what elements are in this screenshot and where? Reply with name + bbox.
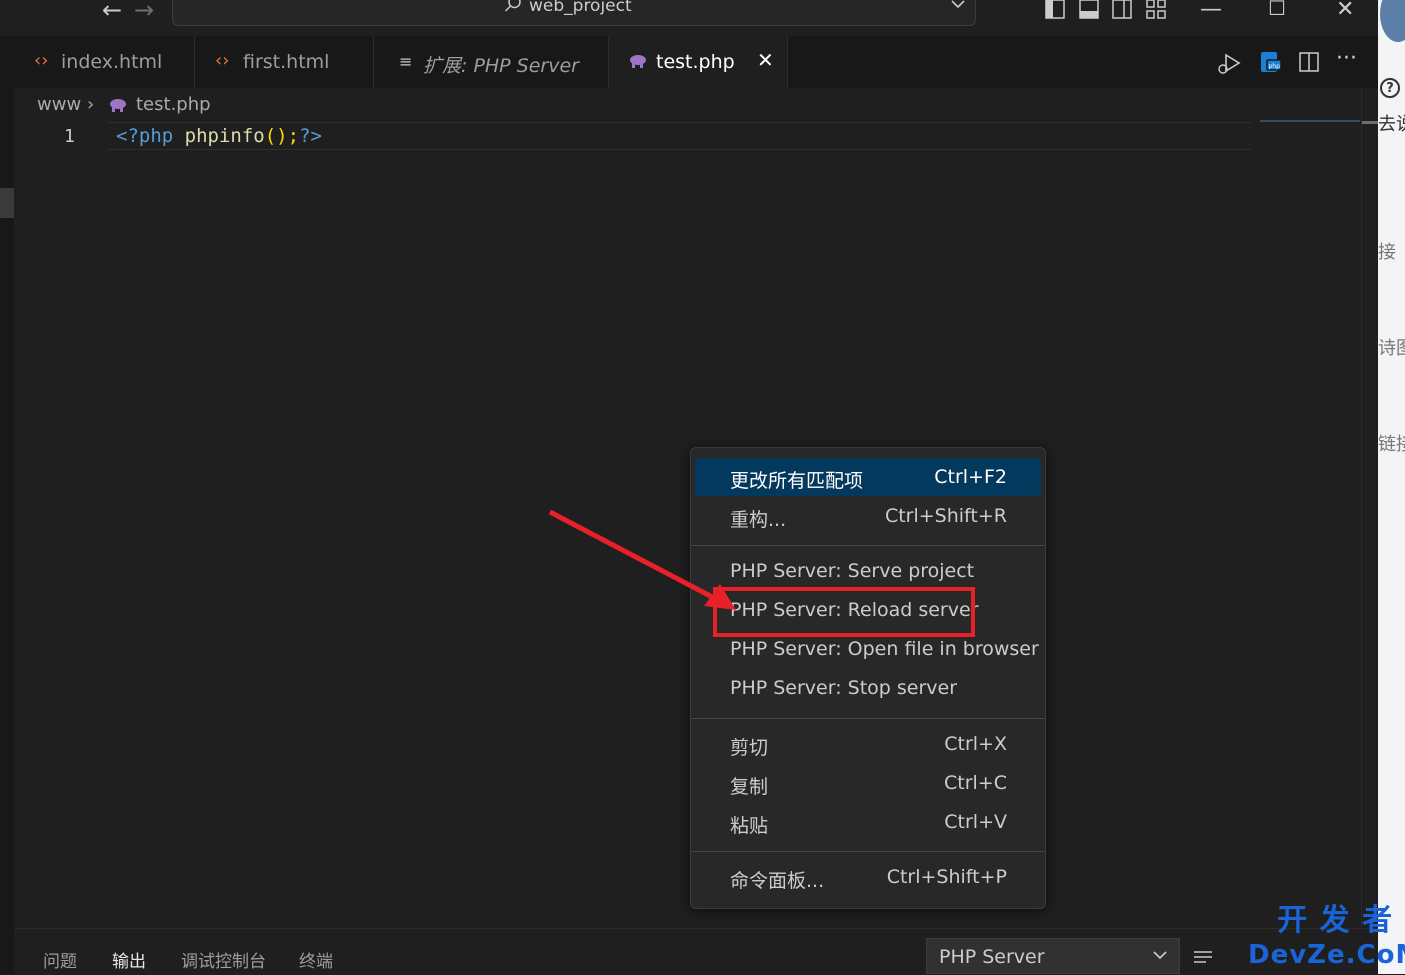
title-bar: ← → web_project — ☐ ✕ <box>0 0 1378 36</box>
arrow-left-icon[interactable]: ← <box>102 0 122 24</box>
code-line[interactable]: <?php phpinfo();?> <box>116 125 322 147</box>
chevron-down-icon[interactable] <box>949 0 967 13</box>
breadcrumb-folder[interactable]: www <box>37 94 81 115</box>
php-elephant-icon <box>110 99 126 112</box>
menu-item-label: PHP Server: Serve project <box>730 560 975 582</box>
punctuation: (); <box>264 125 300 147</box>
toggle-panel-icon[interactable] <box>1078 0 1100 20</box>
watermark-line: 开 发 者 <box>1277 903 1394 938</box>
menu-item-php-stop-server[interactable]: PHP Server: Stop server <box>695 669 1041 707</box>
html-icon: ‹› <box>215 50 230 71</box>
help-icon[interactable]: ? <box>1380 78 1400 98</box>
php-close-tag: ?> <box>299 125 322 147</box>
split-editor-icon[interactable] <box>1298 51 1320 73</box>
php-server-icon[interactable]: php <box>1257 50 1283 76</box>
workspace-name: web_project <box>529 0 632 16</box>
minimize-icon[interactable]: — <box>1200 0 1222 22</box>
customize-layout-icon[interactable] <box>1145 0 1167 20</box>
arrow-right-icon[interactable]: → <box>134 0 154 24</box>
output-channel-value: PHP Server <box>939 946 1045 968</box>
tab-label: first.html <box>243 51 330 73</box>
menu-item-label: 复制 <box>730 776 769 798</box>
filter-lines-icon[interactable] <box>1192 948 1214 966</box>
menu-item-paste[interactable]: 粘贴 Ctrl+V <box>695 803 1041 841</box>
command-center-search[interactable]: web_project <box>172 0 976 26</box>
annotation-highlight-box <box>713 587 975 637</box>
menu-item-change-all-occurrences[interactable]: 更改所有匹配项 Ctrl+F2 <box>695 458 1041 496</box>
tab-extension-php-server[interactable]: ≡ 扩展: PHP Server <box>374 36 609 88</box>
watermark-logo: 开 发 者 DevZe.CoM <box>1248 904 1405 972</box>
menu-item-shortcut: Ctrl+X <box>944 733 1007 755</box>
menu-item-shortcut: Ctrl+Shift+R <box>884 505 1007 527</box>
menu-item-label: 更改所有匹配项 <box>730 470 864 492</box>
tab-output[interactable]: 输出 <box>112 947 146 972</box>
tab-problems[interactable]: 问题 <box>43 947 77 972</box>
annotation-arrow-icon <box>548 509 736 610</box>
run-debug-icon[interactable] <box>1216 52 1242 76</box>
menu-item-label: PHP Server: Open file in browser <box>730 638 1039 660</box>
tab-label: index.html <box>61 51 163 73</box>
scrollbar-track[interactable] <box>1361 88 1362 928</box>
search-icon <box>504 0 521 12</box>
toggle-sidebar-icon[interactable] <box>1044 0 1066 20</box>
html-icon: ‹› <box>34 50 49 71</box>
outer-text-fragment: 诗图 <box>1378 338 1405 359</box>
outer-text-fragment: 去说 <box>1378 114 1405 135</box>
scrollbar-marker <box>1362 121 1378 124</box>
activity-bar-indicator <box>0 188 14 218</box>
tab-debug-console[interactable]: 调试控制台 <box>181 947 266 972</box>
chevron-right-icon: › <box>87 94 95 115</box>
chevron-down-icon <box>1153 951 1167 960</box>
editor-tab-bar: ‹› index.html ‹› first.html ≡ 扩展: PHP Se… <box>0 36 1378 88</box>
close-icon[interactable]: ✕ <box>1336 0 1354 22</box>
tab-first-html[interactable]: ‹› first.html <box>195 36 374 88</box>
tab-label: 扩展: PHP Server <box>423 55 579 77</box>
function-name: phpinfo <box>184 125 265 147</box>
menu-item-label: 命令面板... <box>730 870 825 892</box>
tab-terminal[interactable]: 终端 <box>299 947 333 972</box>
outer-text-fragment: 接 <box>1378 242 1396 263</box>
more-actions-icon[interactable]: ··· <box>1336 46 1357 71</box>
svg-text:php: php <box>1269 63 1281 70</box>
menu-item-command-palette[interactable]: 命令面板... Ctrl+Shift+P <box>695 858 1041 896</box>
php-elephant-icon <box>630 55 646 68</box>
watermark-line: DevZe.CoM <box>1248 940 1405 970</box>
menu-item-copy[interactable]: 复制 Ctrl+C <box>695 764 1041 802</box>
menu-separator <box>691 718 1045 719</box>
close-icon[interactable]: ✕ <box>757 48 774 72</box>
toggle-secondary-sidebar-icon[interactable] <box>1111 0 1133 20</box>
menu-item-shortcut: Ctrl+C <box>944 772 1007 794</box>
tab-label: test.php <box>656 51 735 73</box>
menu-item-shortcut: Ctrl+V <box>944 811 1007 833</box>
php-open-tag: <?php <box>116 125 174 147</box>
background-window-strip: ? 去说 接 诗图 链接 <box>1378 0 1405 974</box>
tab-index-html[interactable]: ‹› index.html <box>14 36 195 88</box>
outer-text-fragment: 链接 <box>1378 434 1405 455</box>
menu-item-shortcut: Ctrl+F2 <box>934 466 1007 488</box>
line-number: 1 <box>64 126 75 147</box>
tab-test-php[interactable]: test.php ✕ <box>609 36 788 88</box>
activity-bar <box>0 36 14 974</box>
avatar <box>1380 0 1405 42</box>
breadcrumb-file[interactable]: test.php <box>136 94 211 115</box>
output-channel-select[interactable]: PHP Server <box>926 938 1180 974</box>
menu-item-label: 粘贴 <box>730 815 769 837</box>
extension-preview-icon: ≡ <box>399 52 413 71</box>
minimap-slice <box>1260 120 1360 122</box>
menu-item-cut[interactable]: 剪切 Ctrl+X <box>695 725 1041 763</box>
menu-item-shortcut: Ctrl+Shift+P <box>886 866 1007 888</box>
menu-item-label: PHP Server: Stop server <box>730 677 958 699</box>
menu-separator <box>691 851 1045 852</box>
maximize-icon[interactable]: ☐ <box>1268 0 1286 20</box>
menu-item-label: 剪切 <box>730 737 769 759</box>
